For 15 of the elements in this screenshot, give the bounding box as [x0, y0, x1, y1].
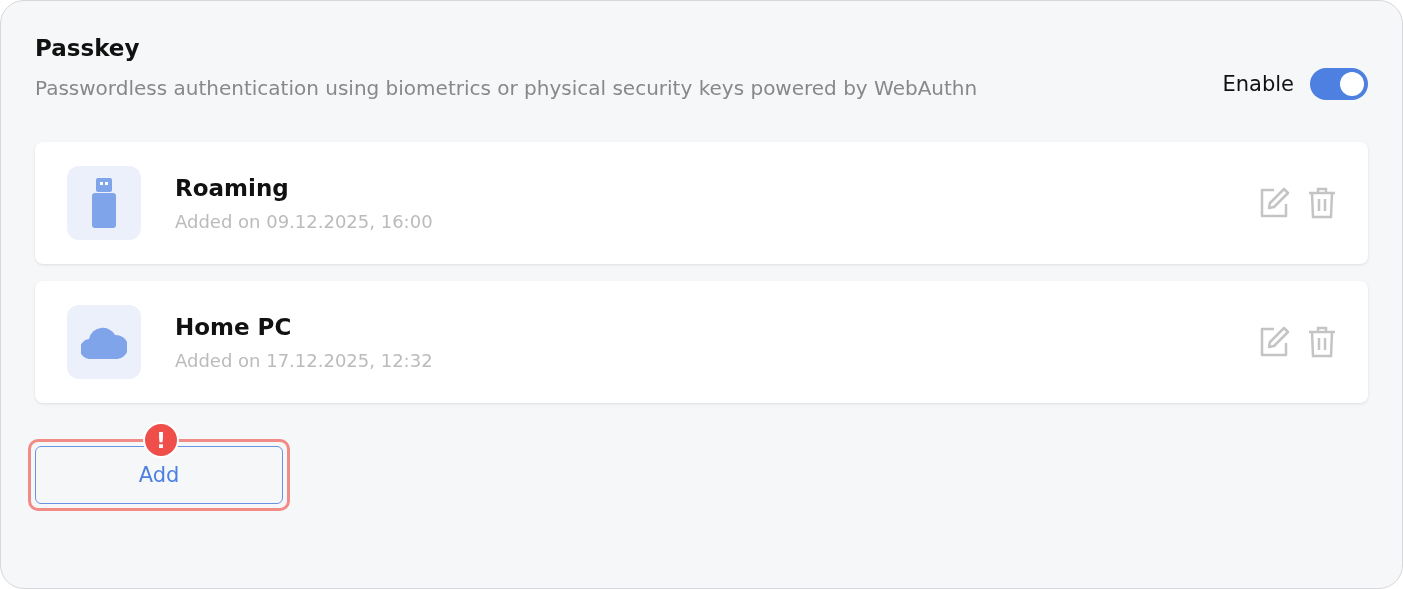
passkey-date: Added on 09.12.2025, 16:00: [175, 210, 434, 232]
edit-icon[interactable]: [1258, 326, 1290, 358]
enable-label: Enable: [1222, 72, 1294, 96]
edit-icon[interactable]: [1258, 187, 1290, 219]
section-title: Passkey: [35, 35, 141, 61]
usb-stick-icon: [92, 178, 116, 228]
alert-badge: !: [143, 422, 179, 458]
delete-icon[interactable]: [1308, 326, 1336, 358]
passkey-name: Home PC: [175, 313, 293, 340]
cloud-icon: [81, 325, 127, 359]
enable-toggle[interactable]: [1310, 68, 1368, 100]
passkey-name: Roaming: [175, 174, 290, 201]
passkey-date: Added on 17.12.2025, 12:32: [175, 349, 434, 371]
section-description: Passwordless authentication using biometrics or physical security keys powered by WebAuthn: [35, 75, 979, 102]
delete-icon[interactable]: [1308, 187, 1336, 219]
